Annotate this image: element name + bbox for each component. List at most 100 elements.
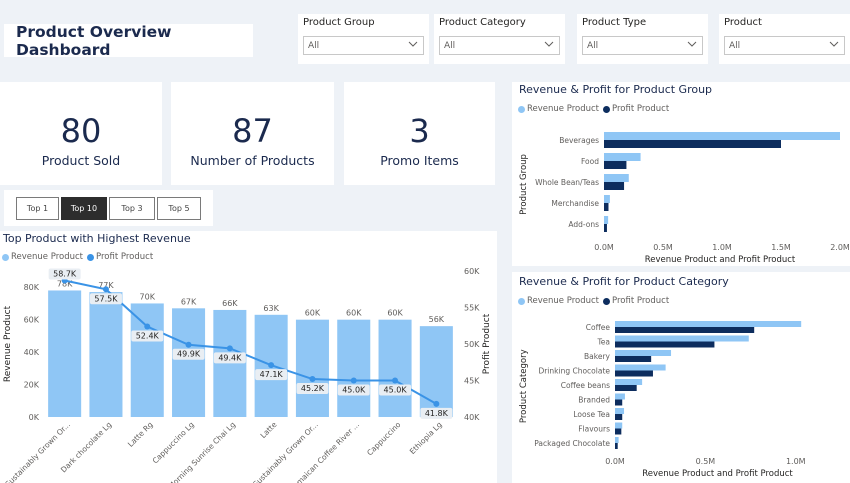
- revenue-bar: [604, 153, 641, 161]
- filter-product-category: Product Category All: [434, 14, 565, 64]
- chevron-down-icon: [829, 41, 839, 47]
- bar-value-label: 66K: [222, 299, 238, 308]
- y-tick-label: Branded: [578, 396, 610, 405]
- chevron-down-icon: [408, 41, 418, 47]
- y-tick-label: Beverages: [559, 136, 599, 145]
- profit-bar: [615, 443, 618, 449]
- profit-value-label: 41.8K: [425, 409, 449, 418]
- filter-label: Product: [724, 17, 762, 28]
- top-product-chart-card: Top Product with Highest Revenue Revenue…: [0, 231, 497, 483]
- bar-value-label: 67K: [181, 297, 197, 306]
- y-tick-label: 0K: [29, 413, 40, 422]
- top-5-button[interactable]: Top 5: [157, 197, 201, 220]
- revenue-bar: [172, 308, 206, 417]
- y-tick-label: Drinking Chocolate: [538, 367, 610, 376]
- page-title: Product Overview Dashboard: [16, 22, 172, 59]
- profit-value-label: 45.0K: [342, 386, 366, 395]
- bar-value-label: 56K: [429, 315, 445, 324]
- profit-bar: [615, 414, 623, 420]
- y-axis-title: Product Category: [519, 349, 529, 423]
- filter-product-group: Product Group All: [298, 14, 429, 64]
- y2-tick-label: 40K: [464, 413, 480, 422]
- profit-value-label: 49.9K: [177, 350, 201, 359]
- y-tick-label: 40K: [24, 348, 40, 357]
- product-type-dropdown[interactable]: All: [582, 36, 703, 55]
- profit-value-label: 45.0K: [384, 386, 408, 395]
- filter-product: Product All: [719, 14, 850, 64]
- dropdown-value: All: [729, 41, 741, 51]
- profit-bar: [615, 356, 652, 362]
- y-tick-label: Loose Tea: [573, 410, 610, 419]
- revenue-bar: [213, 309, 247, 417]
- profit-point: [226, 345, 233, 352]
- product-dropdown[interactable]: All: [724, 36, 845, 55]
- filter-label: Product Type: [582, 17, 647, 28]
- kpi-caption: Product Sold: [41, 153, 121, 168]
- y-tick-label: Packaged Chocolate: [534, 439, 610, 448]
- x-tick-label: 0.0M: [605, 457, 625, 466]
- bar-value-label: 60K: [305, 309, 321, 318]
- top-10-button[interactable]: Top 10: [61, 197, 107, 220]
- kpi-value: 80: [60, 112, 102, 150]
- y-axis-title: Revenue Product: [3, 305, 13, 382]
- y-tick-label: Coffee beans: [561, 381, 610, 390]
- revenue-bar: [615, 379, 643, 385]
- revenue-bar: [337, 319, 371, 417]
- profit-bar: [604, 161, 627, 169]
- x-tick-label: Morning Sunrise Chai Lg: [166, 420, 237, 483]
- y2-axis-title: Profit Product: [482, 313, 492, 374]
- filter-label: Product Group: [303, 17, 375, 28]
- profit-bar: [604, 224, 607, 232]
- x-tick-label: 0.0M: [594, 243, 614, 252]
- product-category-chart: 0.0M 0.5M 1.0M Revenue Product and Profit P…: [519, 321, 806, 479]
- x-tick-label: Jamaican Coffee River ...: [289, 420, 361, 483]
- profit-value-label: 52.4K: [136, 331, 160, 340]
- top-1-button[interactable]: Top 1: [16, 197, 59, 220]
- dashboard-title-card: Product Overview Dashboard: [4, 22, 253, 59]
- x-tick-label: Cappuccino Lg: [151, 420, 196, 465]
- product-category-dropdown[interactable]: All: [439, 36, 560, 55]
- revenue-bar: [615, 335, 749, 342]
- revenue-bar: [89, 292, 123, 417]
- kpi-card-number-of-products: 87 Number of Products: [171, 82, 334, 185]
- revenue-bar: [130, 303, 164, 417]
- kpi-caption: Promo Items: [380, 153, 459, 168]
- revenue-bar: [615, 408, 625, 414]
- y-tick-label: 20K: [24, 381, 40, 390]
- revenue-bar: [615, 437, 619, 443]
- filter-product-type: Product Type All: [577, 14, 708, 64]
- y-tick-label: Add-ons: [568, 220, 599, 229]
- profit-bar: [615, 385, 637, 391]
- x-tick-label: 0.5M: [653, 243, 673, 252]
- y-tick-label: Tea: [596, 338, 610, 347]
- product-category-chart-card: Revenue & Profit for Product Category Re…: [512, 272, 850, 483]
- revenue-bar: [615, 422, 623, 429]
- top-3-button[interactable]: Top 3: [109, 197, 155, 220]
- y-tick-label: Food: [581, 157, 599, 166]
- product-group-chart-card: Revenue & Profit for Product Group Reven…: [512, 82, 850, 266]
- profit-value-label: 58.7K: [53, 269, 77, 278]
- kpi-card-promo-items: 3 Promo Items: [344, 82, 495, 185]
- y-tick-label: Flavours: [578, 425, 610, 434]
- profit-point: [309, 376, 316, 383]
- product-group-dropdown[interactable]: All: [303, 36, 424, 55]
- x-tick-label: Latte: [259, 420, 279, 440]
- profit-point: [350, 377, 357, 384]
- kpi-card-product-sold: 80 Product Sold: [0, 82, 162, 185]
- bar-value-label: 70K: [140, 292, 156, 301]
- revenue-bar: [615, 364, 666, 371]
- profit-bar: [604, 203, 609, 211]
- profit-point: [102, 286, 109, 293]
- profit-point: [144, 323, 151, 330]
- dropdown-value: All: [587, 41, 599, 51]
- x-tick-label: 1.5M: [771, 243, 791, 252]
- x-axis-title: Revenue Product and Profit Product: [642, 469, 793, 479]
- y-tick-label: 60K: [24, 316, 40, 325]
- profit-bar: [615, 370, 653, 377]
- x-tick-label: Cappuccino: [365, 420, 403, 458]
- profit-bar: [615, 428, 622, 435]
- kpi-value: 87: [232, 112, 273, 150]
- top-product-chart: 0K 20K 40K 60K 80K 40K 45K 50K 55K 60K Revenue Pro…: [3, 267, 492, 483]
- revenue-bar: [604, 195, 610, 203]
- x-tick-label: 1.0M: [712, 243, 732, 252]
